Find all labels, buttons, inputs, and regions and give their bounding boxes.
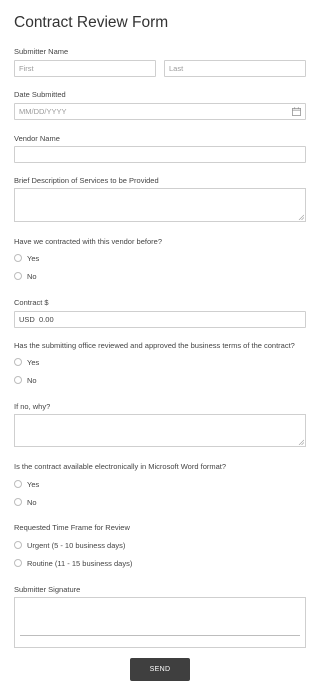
date-submitted-label: Date Submitted (14, 90, 66, 99)
contract-amount-value: 0.00 (39, 315, 54, 324)
resize-handle-icon[interactable] (298, 439, 304, 445)
send-button[interactable]: SEND (130, 658, 190, 681)
date-placeholder: MM/DD/YYYY (19, 107, 67, 116)
radio-circle[interactable] (14, 498, 22, 506)
if-no-why-textarea[interactable] (14, 414, 306, 447)
radio-circle[interactable] (14, 559, 22, 567)
word-format-label: Is the contract available electronically… (14, 462, 227, 471)
radio-label: Yes (27, 479, 40, 489)
radio-label: Yes (27, 253, 40, 263)
time-frame-urgent-option[interactable]: Urgent (5 - 10 business days) (14, 540, 125, 550)
form-title: Contract Review Form (14, 14, 169, 31)
time-frame-routine-option[interactable]: Routine (11 - 15 business days) (14, 558, 132, 568)
contract-amount-input[interactable]: USD 0.00 (14, 311, 306, 328)
radio-circle[interactable] (14, 376, 22, 384)
contract-amount-label: Contract $ (14, 298, 49, 307)
radio-circle[interactable] (14, 272, 22, 280)
contracted-before-label: Have we contracted with this vendor befo… (14, 237, 162, 246)
radio-circle[interactable] (14, 480, 22, 488)
date-submitted-input[interactable]: MM/DD/YYYY (14, 103, 306, 120)
submitter-name-label: Submitter Name (14, 47, 69, 56)
last-name-input[interactable]: Last (164, 60, 306, 77)
time-frame-label: Requested Time Frame for Review (14, 523, 130, 532)
radio-circle[interactable] (14, 254, 22, 262)
signature-pad[interactable] (14, 597, 306, 648)
description-label: Brief Description of Services to be Prov… (14, 176, 159, 185)
radio-label: Routine (11 - 15 business days) (27, 558, 133, 568)
first-name-input[interactable]: First (14, 60, 156, 77)
radio-label: Yes (27, 357, 40, 367)
if-no-why-label: If no, why? (14, 402, 51, 411)
contracted-before-yes-option[interactable]: Yes (14, 253, 39, 263)
signature-line (20, 635, 300, 636)
vendor-name-input[interactable] (14, 146, 306, 163)
vendor-name-label: Vendor Name (14, 134, 60, 143)
radio-label: No (27, 497, 37, 507)
last-name-placeholder: Last (169, 64, 184, 73)
signature-label: Submitter Signature (14, 585, 81, 594)
radio-label: No (27, 271, 37, 281)
word-format-yes-option[interactable]: Yes (14, 479, 39, 489)
office-reviewed-label: Has the submitting office reviewed and a… (14, 341, 295, 350)
radio-circle[interactable] (14, 541, 22, 549)
calendar-icon[interactable] (292, 107, 301, 116)
radio-circle[interactable] (14, 358, 22, 366)
resize-handle-icon[interactable] (298, 214, 304, 220)
office-reviewed-yes-option[interactable]: Yes (14, 357, 39, 367)
radio-label: Urgent (5 - 10 business days) (27, 540, 126, 550)
first-name-placeholder: First (19, 64, 34, 73)
office-reviewed-no-option[interactable]: No (14, 375, 37, 385)
description-textarea[interactable] (14, 188, 306, 222)
contracted-before-no-option[interactable]: No (14, 271, 37, 281)
currency-code: USD (19, 315, 35, 324)
radio-label: No (27, 375, 37, 385)
word-format-no-option[interactable]: No (14, 497, 37, 507)
